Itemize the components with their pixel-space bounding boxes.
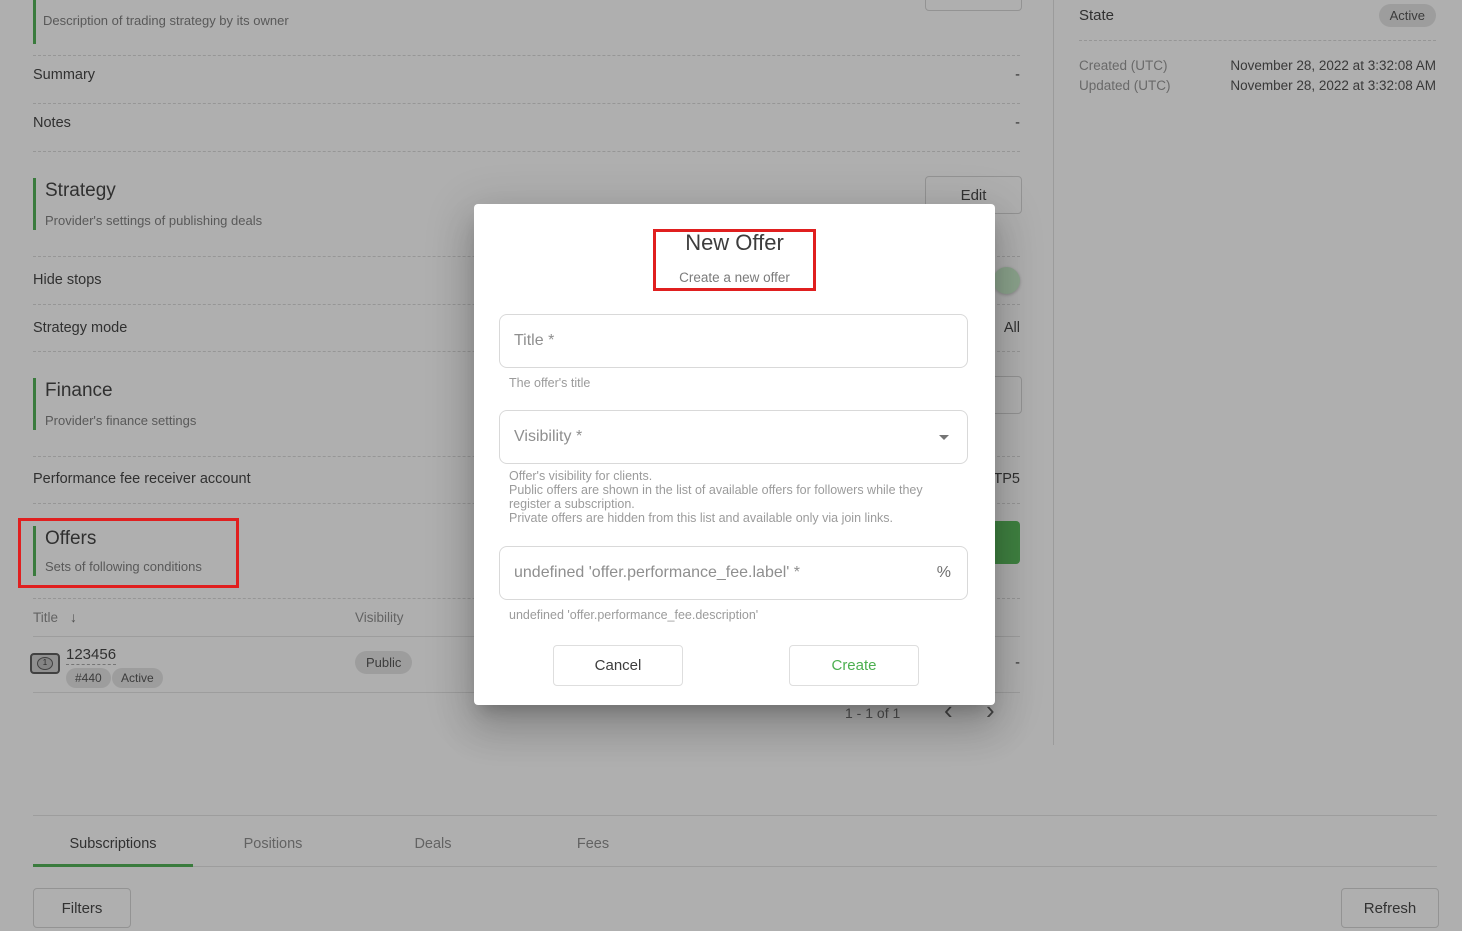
visibility-helper: Offer's visibility for clients. Public o… <box>509 469 939 525</box>
performance-fee-field[interactable]: % <box>499 546 968 600</box>
performance-fee-helper: undefined 'offer.performance_fee.descrip… <box>509 608 758 622</box>
title-helper: The offer's title <box>509 376 590 390</box>
title-field[interactable] <box>499 314 968 368</box>
visibility-select-label: Visibility * <box>500 428 939 446</box>
page: Description of trading strategy by its o… <box>0 0 1462 931</box>
create-button[interactable]: Create <box>789 645 919 686</box>
annotation-box-offers <box>18 518 239 588</box>
visibility-select[interactable]: Visibility * <box>499 410 968 464</box>
percent-suffix: % <box>937 564 967 582</box>
annotation-box-new-offer <box>653 229 816 291</box>
performance-fee-input[interactable] <box>500 564 937 582</box>
cancel-button[interactable]: Cancel <box>553 645 683 686</box>
chevron-down-icon <box>939 435 949 440</box>
title-input[interactable] <box>500 332 967 350</box>
